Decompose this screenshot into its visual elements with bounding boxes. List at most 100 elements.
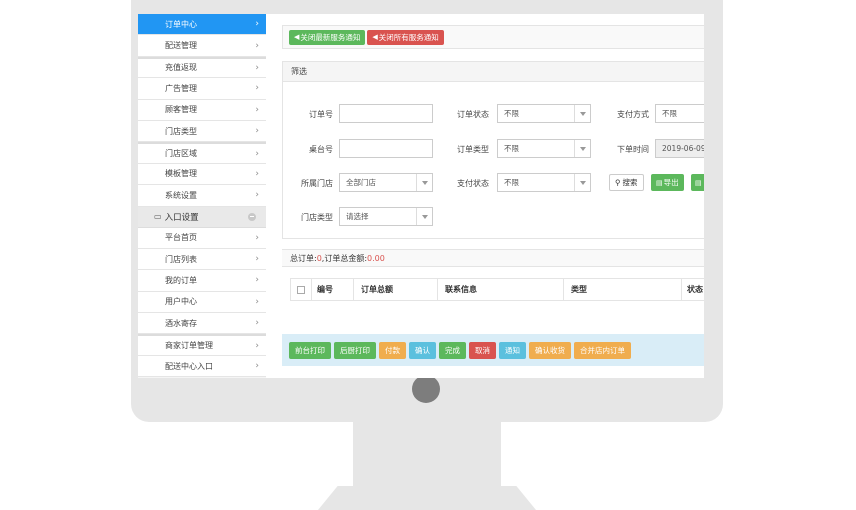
store-select[interactable]: 全部门店 <box>339 173 433 192</box>
sidebar-item-store-areas[interactable]: 门店区域 › <box>138 142 266 164</box>
pay-method-select[interactable]: 不限 <box>655 104 704 123</box>
close-latest-notice-button[interactable]: ◀ 关闭最新服务通知 <box>289 29 366 45</box>
sidebar-item-label: 模板管理 <box>165 169 197 179</box>
chevron-right-icon: › <box>255 126 259 137</box>
sidebar-item-store-list[interactable]: 门店列表 › <box>138 248 266 271</box>
table-no-label: 桌台号 <box>309 145 333 154</box>
order-time-label: 下单时间 <box>617 145 649 154</box>
sidebar-item-customers[interactable]: 顾客管理 › <box>138 99 266 121</box>
sidebar-item-settings[interactable]: 系统设置 › <box>138 185 266 207</box>
close-all-notices-button[interactable]: ◀ 关闭所有服务通知 <box>367 29 444 45</box>
column-divider <box>353 279 354 300</box>
chevron-right-icon: › <box>255 361 259 372</box>
column-divider <box>681 279 682 300</box>
export-button[interactable]: ▤ 导出 <box>651 174 684 191</box>
total-orders-label: 总订单: <box>290 253 317 263</box>
column-header-type[interactable]: 类型 <box>571 284 587 295</box>
megaphone-icon: ◀ <box>372 33 378 41</box>
sidebar-item-delivery-center[interactable]: 配送中心入口 › <box>138 355 266 378</box>
chevron-down-icon <box>574 140 590 157</box>
button-label: 关闭所有服务通知 <box>378 32 439 42</box>
notify-button[interactable]: 通知 <box>499 341 526 359</box>
action-bar: 前台打印 后厨打印 付款 确认 完成 取消 通知 确认收货 合并店内订单 <box>282 334 704 366</box>
orders-table-header: 编号 订单总额 联系信息 类型 状态 <box>290 278 704 301</box>
sidebar-item-delivery[interactable]: 配送管理 › <box>138 35 266 57</box>
column-header-status[interactable]: 状态 <box>687 284 703 295</box>
search-button[interactable]: ⚲ 搜索 <box>609 174 644 191</box>
order-time-input[interactable]: 2019-06-09 <box>655 139 704 158</box>
pay-status-select[interactable]: 不限 <box>497 173 591 192</box>
sidebar-item-wine-storage[interactable]: 酒水寄存 › <box>138 313 266 335</box>
column-divider <box>437 279 438 300</box>
sidebar-section-entry-settings[interactable]: ▭ 入口设置 <box>138 206 266 228</box>
screen: 订单中心 › 配送管理 › 充值返现 › 广告管理 › 顾客管理 › 门店类型 › 门店区域… <box>138 14 704 378</box>
chevron-right-icon: › <box>255 62 259 73</box>
cancel-button[interactable]: 取消 <box>469 341 496 359</box>
order-status-select[interactable]: 不限 <box>497 104 591 123</box>
sidebar-item-label: 订单中心 <box>165 19 197 29</box>
sidebar-item-label: 系统设置 <box>165 190 197 200</box>
collapse-icon[interactable] <box>248 212 256 221</box>
monitor-stand-neck <box>353 422 501 488</box>
column-header-number[interactable]: 编号 <box>317 284 333 295</box>
sidebar-item-label: 我的订单 <box>165 275 197 285</box>
select-value: 不限 <box>504 178 519 187</box>
pay-method-label: 支付方式 <box>617 110 649 119</box>
printer-icon: ▭ <box>154 212 162 222</box>
select-all-checkbox[interactable] <box>297 286 305 294</box>
front-print-button[interactable]: 前台打印 <box>289 341 331 359</box>
sidebar-item-label: 门店类型 <box>165 126 197 136</box>
sidebar-item-label: 平台首页 <box>165 233 197 243</box>
sidebar: 订单中心 › 配送管理 › 充值返现 › 广告管理 › 顾客管理 › 门店类型 › 门店区域… <box>138 14 266 378</box>
sidebar-item-ads[interactable]: 广告管理 › <box>138 78 266 100</box>
main-content: ◀ 关闭最新服务通知 ◀ 关闭所有服务通知 筛选 订单号 订单状态 不限 支付方式 … <box>266 14 704 378</box>
chevron-right-icon: › <box>255 40 259 51</box>
sidebar-item-order-center[interactable]: 订单中心 › <box>138 14 266 36</box>
merge-orders-button[interactable]: 合并店内订单 <box>574 341 631 359</box>
chevron-down-icon <box>574 174 590 191</box>
sidebar-item-label: 配送管理 <box>165 41 197 51</box>
sidebar-item-label: 商家订单管理 <box>165 341 213 351</box>
sidebar-item-templates[interactable]: 模板管理 › <box>138 163 266 186</box>
sidebar-section-label: 入口设置 <box>164 212 199 223</box>
sidebar-item-my-orders[interactable]: 我的订单 › <box>138 270 266 292</box>
order-status-label: 订单状态 <box>457 110 489 119</box>
column-header-contact[interactable]: 联系信息 <box>445 284 477 295</box>
notice-bar: ◀ 关闭最新服务通知 ◀ 关闭所有服务通知 <box>282 25 704 49</box>
order-no-label: 订单号 <box>309 110 333 119</box>
confirm-button[interactable]: 确认 <box>409 341 436 359</box>
sidebar-item-recharge[interactable]: 充值返现 › <box>138 56 266 79</box>
order-type-select[interactable]: 不限 <box>497 139 591 158</box>
confirm-receipt-button[interactable]: 确认收货 <box>529 341 571 359</box>
order-no-input[interactable] <box>339 104 433 123</box>
chevron-right-icon: › <box>255 19 259 30</box>
complete-button[interactable]: 完成 <box>439 341 466 359</box>
button-label: 导出 <box>663 178 679 187</box>
file-icon: ▤ <box>656 178 663 187</box>
sidebar-item-label: 酒水寄存 <box>165 318 197 328</box>
chevron-right-icon: › <box>255 83 259 94</box>
table-no-input[interactable] <box>339 139 433 158</box>
kitchen-print-button[interactable]: 后厨打印 <box>334 341 376 359</box>
chevron-down-icon <box>574 105 590 122</box>
filter-panel: 筛选 订单号 订单状态 不限 支付方式 不限 桌台号 订单类型 不限 下单时间 … <box>282 61 704 239</box>
button-label: 关闭最新服务通知 <box>300 32 361 42</box>
sidebar-item-platform-home[interactable]: 平台首页 › <box>138 227 266 249</box>
store-label: 所属门店 <box>301 179 333 188</box>
select-value: 请选择 <box>346 212 369 221</box>
sidebar-item-label: 顾客管理 <box>165 105 197 115</box>
chevron-right-icon: › <box>255 168 259 179</box>
chevron-right-icon: › <box>255 296 259 307</box>
pay-button[interactable]: 付款 <box>379 341 406 359</box>
column-header-total[interactable]: 订单总额 <box>361 284 393 295</box>
filter-title: 筛选 <box>283 62 704 82</box>
export-extra-button[interactable]: ▤ <box>691 174 704 191</box>
sidebar-item-store-types[interactable]: 门店类型 › <box>138 120 266 143</box>
order-type-label: 订单类型 <box>457 145 489 154</box>
monitor-stand-base <box>318 486 536 510</box>
sidebar-item-user-center[interactable]: 用户中心 › <box>138 291 266 314</box>
chevron-right-icon: › <box>255 104 259 115</box>
store-type-select[interactable]: 请选择 <box>339 207 433 226</box>
sidebar-item-label: 配送中心入口 <box>165 361 213 371</box>
sidebar-item-merchant-orders[interactable]: 商家订单管理 › <box>138 334 266 356</box>
